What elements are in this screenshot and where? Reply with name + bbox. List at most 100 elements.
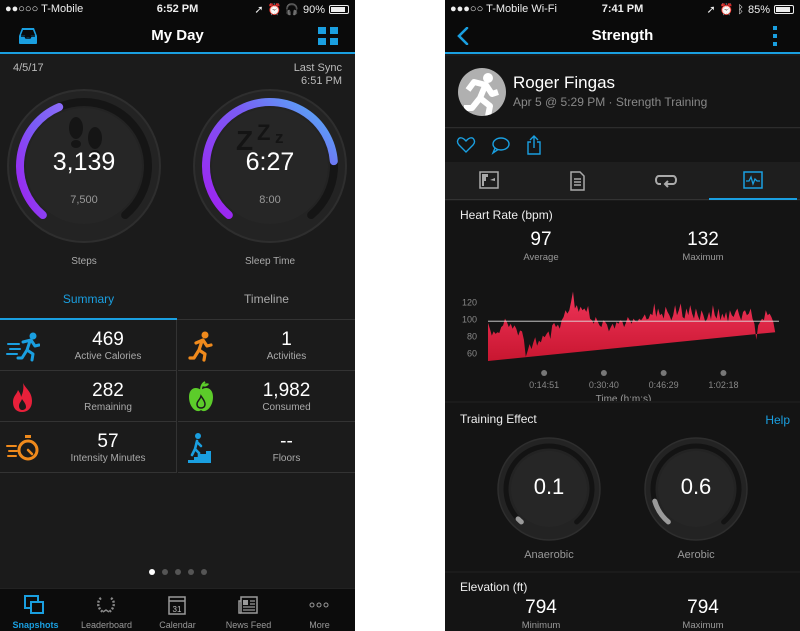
elevation-minimum-value: 794 — [525, 597, 557, 618]
avatar[interactable] — [458, 68, 506, 116]
stat-label: Active Calories — [74, 351, 142, 362]
page-dot[interactable] — [174, 569, 181, 575]
strength-activity-screen: ●●●○○ T-Mobile Wi-Fi 7:41 PM ➚ ⏰ ᛒ 85% S… — [445, 0, 800, 631]
tab-more[interactable]: More — [284, 589, 355, 631]
tab-calendar[interactable]: 31 Calendar — [142, 589, 213, 631]
stat-value: 1 — [281, 329, 292, 350]
tab-label: Calendar — [159, 620, 196, 630]
subtab-map[interactable] — [445, 162, 533, 200]
share-icon[interactable] — [524, 135, 544, 155]
gauge-progress — [515, 516, 524, 525]
laurel-icon — [97, 597, 115, 613]
page-indicator[interactable] — [0, 569, 355, 575]
x-tick-marker — [600, 370, 607, 376]
tab-news-feed[interactable]: News Feed — [213, 589, 284, 631]
heart-rate-area — [488, 291, 776, 361]
elevation-maximum-label: Maximum — [682, 620, 724, 631]
elevation-maximum: 794 Maximum — [643, 597, 763, 631]
tab-summary[interactable]: Summary — [0, 282, 177, 320]
tab-timeline[interactable]: Timeline — [178, 282, 355, 320]
stat-value: 57 — [97, 431, 119, 452]
heart-rate-title: Heart Rate (bpm) — [460, 208, 553, 222]
apple-icon — [189, 381, 213, 412]
steps-value: 3,139 — [52, 148, 116, 176]
steps-label: Steps — [71, 256, 97, 267]
activity-header: Roger Fingas Apr 5 @ 5:29 PM · Strength … — [445, 56, 800, 128]
action-bar — [445, 129, 800, 162]
activity-subtabs — [445, 162, 800, 200]
page-dot[interactable] — [200, 569, 207, 575]
stat-consumed[interactable]: 1,982 Consumed — [178, 371, 355, 422]
headphones-icon: 🎧 — [285, 4, 299, 16]
page-title: My Day — [151, 27, 204, 44]
page-dot[interactable] — [187, 569, 194, 575]
steps-ring[interactable]: 3,139 7,500 — [6, 88, 162, 244]
calendar-icon: 31 — [168, 596, 186, 615]
date-label: 4/5/17 — [13, 62, 44, 74]
help-link[interactable]: Help — [765, 413, 790, 427]
x-axis-label: Time (h:m:s) — [596, 394, 652, 401]
page-dot[interactable] — [148, 569, 155, 575]
subtab-laps[interactable] — [621, 162, 709, 200]
stat-activities[interactable]: 1 Activities — [178, 320, 355, 371]
activity-subtitle: Apr 5 @ 5:29 PM · Strength Training — [513, 95, 708, 109]
stat-floors[interactable]: -- Floors — [178, 422, 355, 473]
elevation-minimum: 794 Minimum — [481, 597, 601, 631]
alarm-icon: ⏰ — [267, 4, 282, 16]
last-sync-label: Last Sync — [293, 62, 342, 74]
stat-label: Floors — [272, 453, 301, 464]
subtab-details[interactable] — [533, 162, 621, 200]
sleep-ring[interactable]: Z Z z 6:27 8:00 — [192, 88, 348, 244]
tab-leaderboard[interactable]: Leaderboard — [71, 589, 142, 631]
hr-maximum: 132 Maximum — [643, 229, 763, 263]
snapshots-icon — [24, 595, 44, 614]
subtab-charts[interactable] — [709, 162, 797, 200]
stat-value: -- — [280, 431, 293, 452]
x-tick-marker — [720, 370, 727, 376]
athlete-name[interactable]: Roger Fingas — [513, 73, 615, 93]
tab-snapshots[interactable]: Snapshots — [0, 589, 71, 631]
alarm-icon: ⏰ — [719, 4, 734, 16]
anaerobic-label: Anaerobic — [524, 549, 574, 561]
hr-average-label: Average — [523, 252, 559, 263]
newspaper-icon — [238, 596, 258, 614]
stat-intensity-minutes[interactable]: 57 Intensity Minutes — [0, 422, 177, 473]
x-tick-label: 0:46:29 — [649, 380, 679, 390]
heart-rate-chart[interactable]: 120 100 80 60 0:14:51 0:30:40 0:46:29 1:02:18 Ti… — [445, 281, 800, 401]
battery-icon — [774, 5, 794, 14]
laps-icon — [655, 175, 677, 188]
svg-text:Z: Z — [257, 120, 270, 145]
running-fast-icon — [6, 332, 40, 362]
x-tick-label: 1:02:18 — [708, 380, 738, 390]
location-icon: ➚ — [706, 4, 716, 16]
tab-label: News Feed — [225, 620, 272, 630]
sleep-value: 6:27 — [245, 148, 295, 176]
elevation-maximum-value: 794 — [687, 597, 719, 618]
strength-runner-icon — [464, 73, 499, 116]
hr-average-value: 97 — [530, 229, 552, 250]
comment-icon[interactable] — [490, 135, 510, 155]
grid-icon[interactable] — [317, 26, 339, 46]
map-icon — [479, 171, 499, 189]
page-dot[interactable] — [161, 569, 168, 575]
x-tick-marker — [660, 370, 667, 376]
stat-remaining[interactable]: 282 Remaining — [0, 371, 177, 422]
training-effect-title: Training Effect — [460, 412, 537, 426]
svg-text:31: 31 — [173, 605, 182, 614]
battery-percent: 90% — [302, 3, 325, 16]
kebab-menu-icon[interactable] — [764, 26, 786, 46]
bottom-tab-bar: Snapshots Leaderboard 31 Calendar News F… — [0, 588, 355, 631]
elevation-section: Elevation (ft) 794 Minimum 794 Maximum — [445, 573, 800, 631]
stat-value: 469 — [92, 329, 124, 350]
heart-rate-section: Heart Rate (bpm) 97 Average 132 Maximum … — [445, 201, 800, 401]
stat-label: Consumed — [262, 402, 311, 413]
battery-percent: 85% — [747, 3, 770, 16]
heart-icon[interactable] — [456, 135, 476, 155]
last-sync: Last Sync 6:51 PM — [294, 62, 342, 88]
hr-maximum-value: 132 — [687, 229, 719, 250]
elevation-minimum-label: Minimum — [521, 620, 561, 631]
x-tick-marker — [541, 370, 548, 376]
tab-label: More — [309, 620, 330, 630]
stat-active-calories[interactable]: 469 Active Calories — [0, 320, 177, 371]
my-day-screen: ●●○○○ T-Mobile 6:52 PM ➚ ⏰ 🎧 90% My Day … — [0, 0, 355, 631]
